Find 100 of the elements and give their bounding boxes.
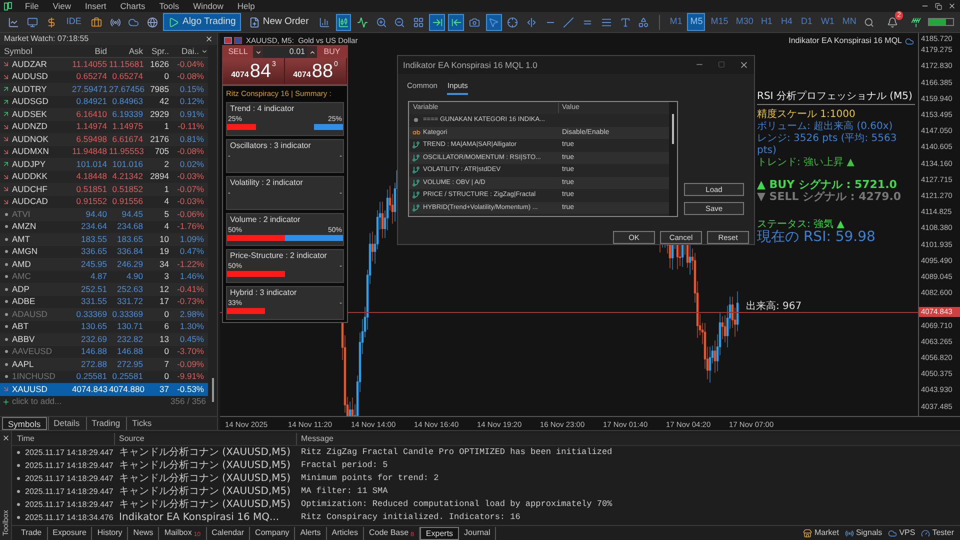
symbol-cell-text: AUDZAR xyxy=(12,58,48,71)
toolbox-tab[interactable]: Exposure xyxy=(48,526,92,540)
ask-cell: 4074.880 xyxy=(109,382,145,396)
algo-trading-button[interactable]: Algo Trading xyxy=(163,13,241,31)
toolbox-tab[interactable]: Calendar xyxy=(206,526,250,540)
ask-cell-text: 146.88 xyxy=(116,345,144,358)
close-icon[interactable] xyxy=(2,434,10,442)
scrollbar[interactable] xyxy=(669,102,677,216)
toolbox-tab[interactable]: Journal xyxy=(459,526,496,540)
service-button[interactable]: Signals xyxy=(844,527,882,539)
symbol-row[interactable]: AUDSEK 6.16410 6.19339 2929 0.91% xyxy=(0,108,208,120)
cursor-button[interactable] xyxy=(486,14,502,30)
symbol-row[interactable]: ATVI 94.40 94.45 5 -0.06% xyxy=(0,208,208,220)
card-title: Price-Structure : 2 indicator xyxy=(229,250,328,262)
close-icon[interactable] xyxy=(205,35,213,43)
service-button[interactable]: VPS xyxy=(888,527,916,539)
restore-icon[interactable] xyxy=(935,2,942,10)
search-icon[interactable] xyxy=(864,16,874,28)
shapes-icon xyxy=(638,16,650,28)
timeframe-button[interactable]: M5 xyxy=(687,13,705,31)
menu-item[interactable]: Window xyxy=(186,0,230,12)
symbol-row[interactable]: AMT 183.55 183.65 10 1.09% xyxy=(0,233,208,246)
card-title: Volume : 2 indicator xyxy=(229,214,302,226)
up-arrow-icon xyxy=(2,160,10,168)
toolbox-tab[interactable]: Experts xyxy=(420,526,460,540)
toolbox-tab[interactable]: Company xyxy=(250,526,296,540)
daily-change-cell-text: -0.06% xyxy=(176,208,205,221)
line-chart-icon xyxy=(8,16,20,28)
bullet-icon xyxy=(17,451,20,454)
candlestick-button[interactable] xyxy=(336,14,352,30)
symbol-cell-text: AAVEUSD xyxy=(12,345,53,358)
toolbox-tab[interactable]: News xyxy=(128,526,160,540)
branch-icon xyxy=(412,166,420,174)
daily-change-cell-text: -0.73% xyxy=(176,295,205,308)
symbol-row[interactable]: AUDJPY 101.014 101.016 2 0.02% xyxy=(0,158,208,170)
column-header[interactable]: Bid xyxy=(72,44,109,58)
menu-item[interactable]: Charts xyxy=(113,0,152,12)
menu-item[interactable]: Tools xyxy=(152,0,186,12)
symbol-cell-text: ADAUSD xyxy=(12,308,48,321)
symbol-row[interactable]: AUDCHF 0.51851 0.51852 1 -0.07% xyxy=(0,183,208,196)
bid-cell-text: 11.94848 xyxy=(72,145,108,158)
arrow-from-line-button[interactable] xyxy=(448,14,464,30)
symbol-row[interactable]: AUDNOK 6.59498 6.61674 2176 0.81% xyxy=(0,133,208,146)
ask-cell-text: 0.65274 xyxy=(111,70,144,84)
ide-button[interactable]: IDE xyxy=(62,14,86,30)
column-header[interactable]: Ask xyxy=(109,44,145,58)
toolbox-tab[interactable]: History xyxy=(92,526,128,540)
panel-title: Market Watch: 07:18:55 xyxy=(4,33,89,45)
symbol-row[interactable]: AAPL 272.88 272.95 7 -0.09% xyxy=(0,358,208,370)
cursor-icon xyxy=(488,16,500,28)
trend-line-icon xyxy=(563,16,574,28)
line-icon xyxy=(356,16,368,28)
close-icon[interactable] xyxy=(948,2,956,10)
arrow-to-line-button[interactable] xyxy=(429,14,446,30)
menu-item[interactable]: File xyxy=(18,0,46,12)
bar-chart-icon xyxy=(319,16,330,28)
symbol-row[interactable]: ABBV 232.69 232.82 13 0.45% xyxy=(0,333,208,346)
symbol-row[interactable]: ADP 252.51 252.63 12 -0.41% xyxy=(0,283,208,296)
lot-decrease-button[interactable] xyxy=(253,46,263,58)
rsi-info-text: 現在の RSI: 59.98 xyxy=(757,231,876,243)
symbol-row[interactable]: ADAUSD 0.33369 0.33369 0 2.98% xyxy=(0,308,208,320)
add-symbol-link[interactable]: click to add... xyxy=(12,395,62,408)
symbol-row[interactable]: AMD 245.95 246.29 34 -1.22% xyxy=(0,258,208,270)
bid-cell-text: 0.25581 xyxy=(75,370,108,384)
close-icon[interactable] xyxy=(739,60,749,70)
toolbox-tab[interactable]: Alerts xyxy=(295,526,327,540)
plus-icon[interactable] xyxy=(2,398,10,406)
antenna-icon[interactable] xyxy=(911,16,922,28)
lot-increase-button[interactable] xyxy=(307,46,317,58)
card-title: Trend : 4 indicator xyxy=(229,103,296,116)
symbol-row[interactable]: AUDZAR 11.14055 11.15681 1626 -0.04% xyxy=(0,58,208,70)
column-header[interactable]: Dai.. xyxy=(171,44,199,58)
column-header[interactable]: Time xyxy=(12,433,115,445)
down-arrow-icon xyxy=(2,385,10,394)
column-header[interactable]: Source xyxy=(115,433,297,445)
menu-item[interactable]: Insert xyxy=(78,0,114,12)
service-button[interactable]: Market xyxy=(803,527,839,539)
new-order-button[interactable]: New Order xyxy=(244,13,314,31)
toolbox-tab[interactable]: Trade xyxy=(16,526,48,540)
menu-item[interactable]: Help xyxy=(230,0,262,12)
lot-size-field[interactable]: 0.01 xyxy=(263,46,307,58)
column-header[interactable]: Spr.. xyxy=(145,44,171,58)
sell-button[interactable]: SELL xyxy=(223,46,253,58)
symbol-row[interactable]: AUDTRY 27.59471 27.67456 7985 0.15% xyxy=(0,83,208,96)
column-header[interactable]: Symbol xyxy=(0,44,72,58)
buy-button[interactable]: BUY xyxy=(317,46,347,58)
symbol-cell-text: AMC xyxy=(12,270,32,284)
globe-icon xyxy=(147,16,158,28)
ask-cell-text: 6.19339 xyxy=(111,108,144,121)
symbol-row[interactable]: XAUUSD 4074.843 4074.880 37 -0.53% xyxy=(0,383,208,396)
spread-cell-text: 4 xyxy=(163,220,170,234)
rsi-info-text: RSI 分析プロフェッショナル (M5) xyxy=(757,91,915,105)
symbol-cell-text: AUDMXN xyxy=(12,145,50,158)
menu-item[interactable]: View xyxy=(46,0,78,12)
toolbox-tab[interactable]: Articles xyxy=(326,526,364,540)
spread-cell-text: 2894 xyxy=(149,170,170,184)
service-button[interactable]: Tester xyxy=(921,527,954,539)
panel-tab[interactable]: Symbols xyxy=(2,417,47,430)
column-header[interactable]: Message xyxy=(297,433,334,445)
dollar-icon xyxy=(46,16,57,28)
